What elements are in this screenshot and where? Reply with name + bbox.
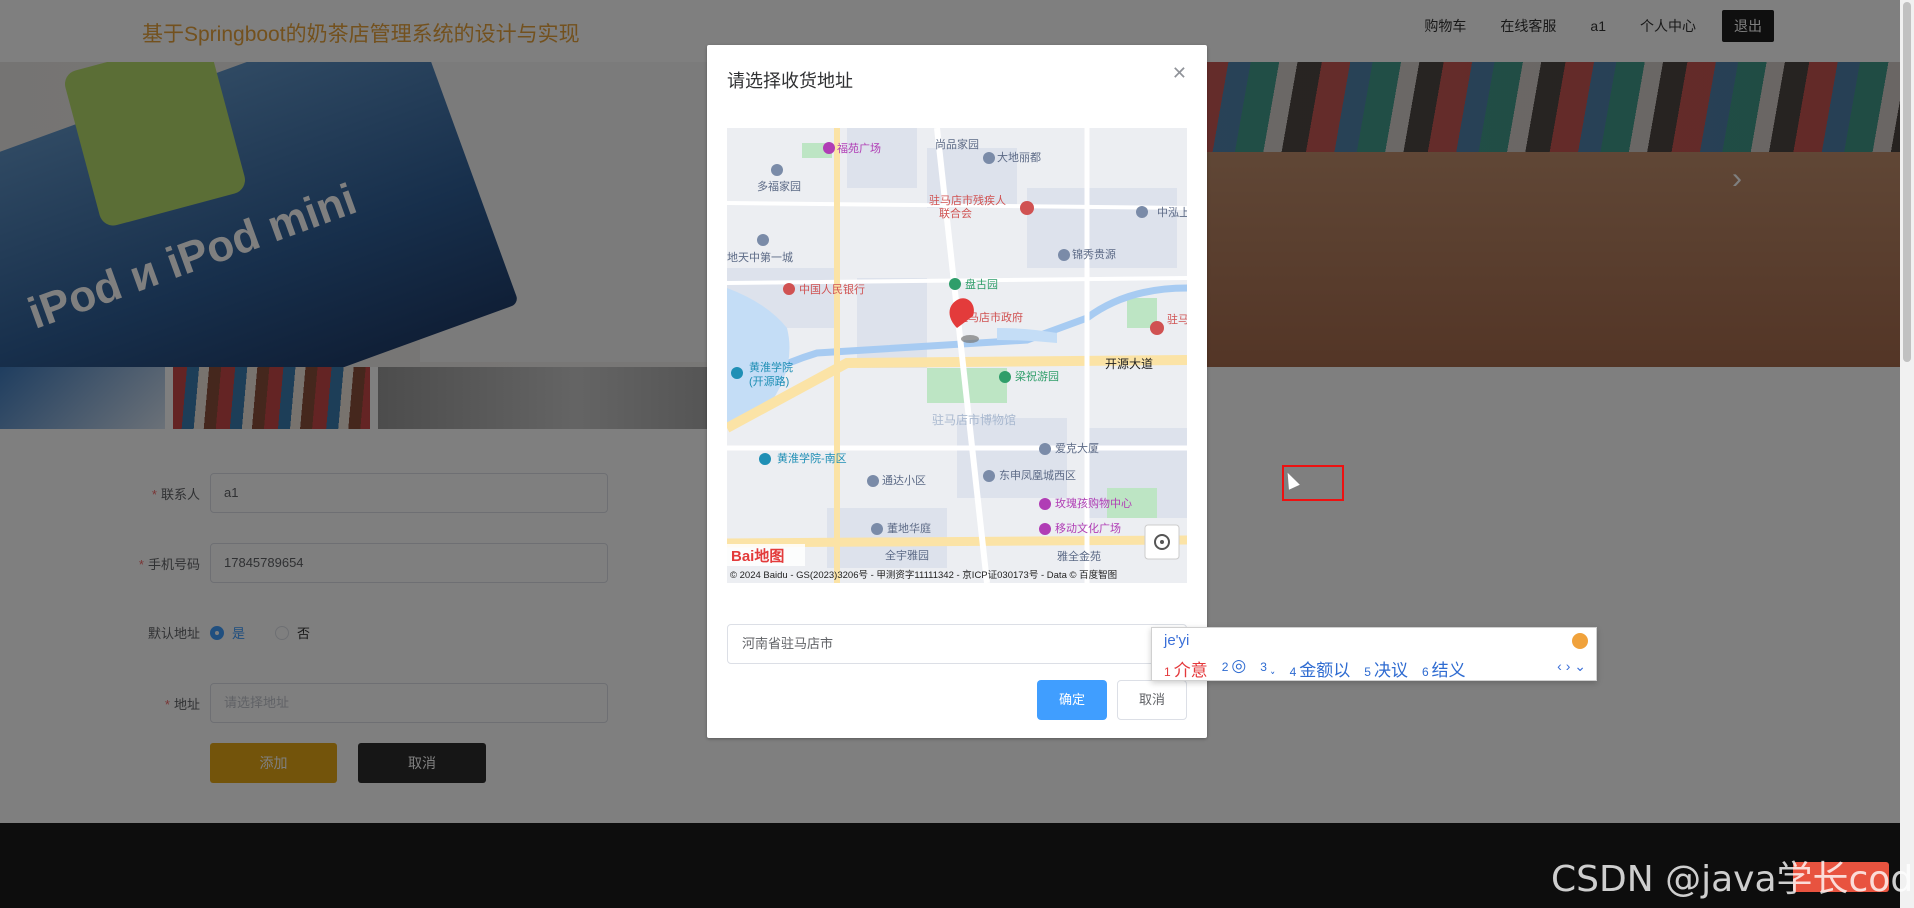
address-map[interactable]: 福苑广场 尚品家园 大地丽都 多福家园 驻马店市残疾人 联合会 中泓上 锦秀贵源…	[727, 128, 1187, 583]
map-label: 福苑广场	[837, 141, 881, 155]
map-label: 开源大道	[1105, 357, 1153, 371]
map-label: 驻马店市博物馆	[932, 412, 1016, 427]
map-label: 雅全金苑	[1057, 549, 1101, 563]
ime-candidate[interactable]: 2 ◎	[1222, 656, 1247, 681]
map-label: 黄淮学院-南区	[777, 451, 847, 465]
map-copyright: © 2024 Baidu - GS(2023)3206号 - 甲测资字11111…	[730, 569, 1117, 581]
map-road	[727, 535, 1187, 548]
map-block	[857, 278, 927, 368]
map-label: 董地华庭	[887, 521, 931, 535]
ime-candidates: 1 介意 2 ◎ 3 ˯ 4 金额以 5 决议 6 结义	[1164, 656, 1480, 681]
map-label: 移动文化广场	[1055, 521, 1121, 535]
baidu-logo: Bai地图	[731, 547, 784, 565]
map-label: 驻马青少	[1167, 312, 1187, 326]
map-label: 中泓上	[1157, 205, 1187, 219]
gesture-emoji-icon: ˯	[1269, 656, 1276, 675]
eye-emoji-icon: ◎	[1231, 656, 1247, 675]
ime-logo-icon	[1572, 633, 1588, 649]
ime-candidate[interactable]: 5 决议	[1364, 656, 1408, 681]
map-label: 爱克大厦	[1055, 441, 1099, 455]
ime-candidate[interactable]: 3 ˯	[1260, 656, 1275, 681]
ime-candidate[interactable]: 1 介意	[1164, 656, 1208, 681]
scrollbar-thumb[interactable]	[1903, 2, 1911, 362]
dialog-title: 请选择收货地址	[727, 71, 853, 91]
map-label: 多福家园	[757, 179, 801, 193]
ime-candidate[interactable]: 6 结义	[1422, 656, 1466, 681]
map-label: 黄淮学院	[749, 360, 793, 374]
close-icon[interactable]: ✕	[1172, 63, 1187, 84]
page-scrollbar[interactable]	[1900, 0, 1914, 908]
map-label: 玫瑰孩购物中心	[1055, 496, 1132, 510]
ime-candidate-window: je'yi 1 介意 2 ◎ 3 ˯ 4 金额以 5 决议 6 结义 ‹ › ⌄	[1151, 627, 1597, 681]
map-label: 全宇雅园	[885, 548, 929, 562]
map-label: 锦秀贵源	[1072, 247, 1116, 261]
target-icon-dot	[1160, 540, 1164, 544]
ime-candidate[interactable]: 4 金额以	[1290, 656, 1351, 681]
confirm-button[interactable]: 确定	[1037, 680, 1107, 720]
map-label: 驻马店市残疾人	[929, 193, 1006, 207]
map-label: 大地丽都	[997, 150, 1041, 164]
map-label: 中国人民银行	[799, 282, 865, 296]
map-label: 梁祝游园	[1015, 369, 1059, 383]
map-label: (开源路)	[749, 374, 789, 388]
map-block	[847, 128, 917, 188]
map-pin-shadow	[961, 335, 979, 343]
map-label: 东申凤凰城西区	[999, 469, 1076, 482]
map-label: 盘古园	[965, 277, 998, 291]
address-search-input[interactable]: 河南省驻马店市	[727, 624, 1187, 664]
ime-pinyin: je'yi	[1164, 632, 1190, 649]
watermark: CSDN @java学长code	[1551, 859, 1914, 900]
ime-page-nav[interactable]: ‹ › ⌄	[1557, 658, 1586, 675]
map-label: 地天中第一城	[727, 250, 793, 264]
map-label: 通达小区	[882, 474, 926, 487]
dialog-cancel-button[interactable]: 取消	[1117, 680, 1187, 720]
map-label: 联合会	[939, 206, 972, 220]
address-dialog: 请选择收货地址 ✕ 福苑广场 尚品家园 大地丽都 多福家园 驻马店市残疾人 联合…	[707, 45, 1207, 738]
map-label: 尚品家园	[935, 137, 979, 151]
